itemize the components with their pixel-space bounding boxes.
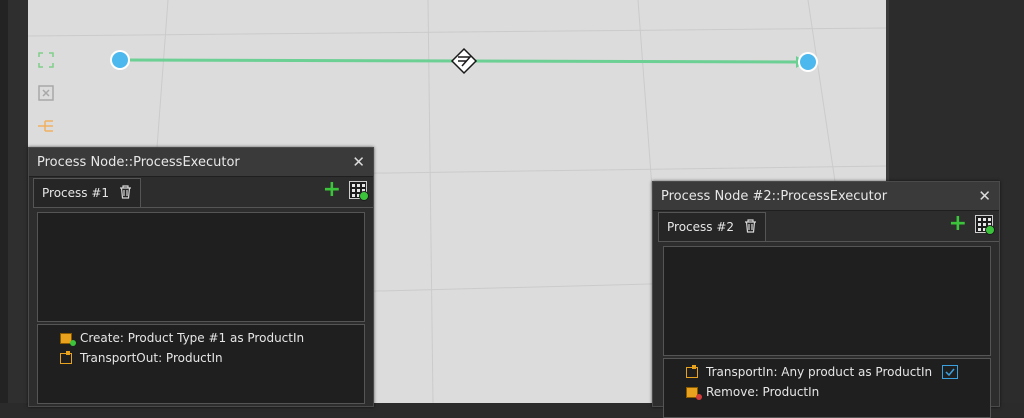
panel-2-tab-row: Process #2 + — [658, 211, 999, 242]
panel-2-upper-area[interactable] — [663, 246, 991, 356]
left-gutter — [8, 0, 28, 403]
tab-process-1[interactable]: Process #1 — [33, 178, 142, 207]
branch-icon[interactable] — [36, 116, 56, 136]
process-panel-2: Process Node #2::ProcessExecutor ✕ Proce… — [652, 181, 1000, 418]
expand-icon[interactable] — [36, 50, 56, 70]
panel-1-actions: + — [323, 179, 369, 201]
panel-1-upper-area[interactable] — [37, 212, 365, 322]
target-node[interactable] — [798, 52, 818, 72]
panel-1-steps-list[interactable]: Create: Product Type #1 as ProductIn Tra… — [37, 324, 365, 404]
panel-2-title: Process Node #2::ProcessExecutor — [661, 188, 888, 204]
checkbox-icon[interactable] — [942, 365, 959, 379]
canvas-toolbar — [36, 50, 60, 149]
remove-box-icon — [686, 385, 702, 400]
left-edge-bar — [0, 0, 8, 403]
collapse-icon[interactable] — [36, 83, 56, 103]
transport-in-icon — [686, 365, 700, 379]
list-item[interactable]: Remove: ProductIn — [686, 382, 990, 402]
create-box-icon — [60, 331, 76, 346]
list-item[interactable]: TransportOut: ProductIn — [60, 348, 364, 368]
process-panel-1: Process Node::ProcessExecutor ✕ Process … — [28, 147, 374, 407]
item-label: TransportIn: Any product as ProductIn — [706, 365, 933, 379]
list-item[interactable]: Create: Product Type #1 as ProductIn — [60, 328, 364, 348]
tab-label: Process #1 — [42, 186, 110, 200]
source-node[interactable] — [110, 50, 130, 70]
add-process-button[interactable]: + — [323, 179, 341, 201]
item-label: Create: Product Type #1 as ProductIn — [80, 331, 305, 345]
tab-label: Process #2 — [667, 220, 735, 234]
panel-1-header[interactable]: Process Node::ProcessExecutor ✕ — [29, 148, 373, 177]
tab-process-2[interactable]: Process #2 — [658, 212, 767, 241]
item-label: TransportOut: ProductIn — [80, 351, 223, 365]
panel-1-title: Process Node::ProcessExecutor — [37, 154, 240, 170]
grid-settings-icon[interactable] — [975, 215, 995, 235]
link-junction-icon[interactable] — [450, 47, 478, 75]
item-label: Remove: ProductIn — [706, 385, 820, 399]
panel-2-actions: + — [949, 213, 995, 235]
add-process-button[interactable]: + — [949, 213, 967, 235]
trash-icon[interactable] — [119, 184, 132, 202]
panel-2-steps-list[interactable]: TransportIn: Any product as ProductIn Re… — [663, 358, 991, 418]
close-icon[interactable]: ✕ — [978, 187, 991, 205]
grid-settings-icon[interactable] — [349, 181, 369, 201]
close-icon[interactable]: ✕ — [352, 153, 365, 171]
panel-1-tab-row: Process #1 + — [33, 177, 373, 208]
panel-2-header[interactable]: Process Node #2::ProcessExecutor ✕ — [653, 182, 999, 211]
list-item[interactable]: TransportIn: Any product as ProductIn — [686, 362, 990, 382]
transport-out-icon — [60, 351, 74, 365]
trash-icon[interactable] — [744, 218, 757, 236]
